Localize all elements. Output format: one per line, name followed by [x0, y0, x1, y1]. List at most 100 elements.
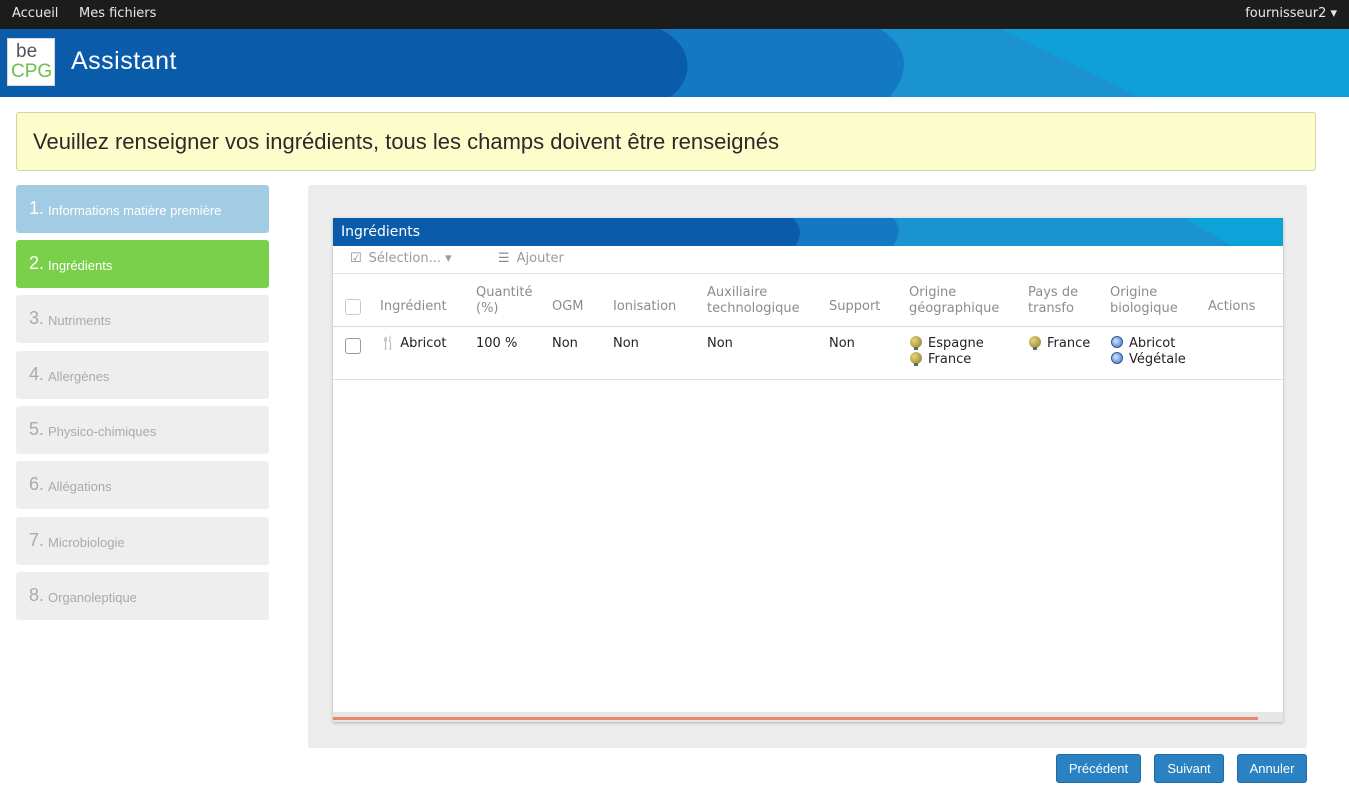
- column-header-ogm[interactable]: OGM: [552, 299, 584, 315]
- app-header: be CPG Assistant: [0, 29, 1349, 97]
- step-number: 2.: [29, 253, 45, 273]
- column-header-label: OGM: [552, 299, 584, 314]
- scrollbar-thumb[interactable]: [333, 717, 1258, 720]
- select-all-checkbox[interactable]: [345, 299, 361, 315]
- column-header-label: Origine: [1110, 285, 1158, 300]
- origin-bio-item[interactable]: Végétale: [1111, 352, 1186, 368]
- column-header-label: Origine: [909, 285, 957, 300]
- column-header-label-2: transfo: [1028, 301, 1074, 316]
- column-header-label-2: géographique: [909, 301, 1000, 316]
- step-number: 8.: [29, 585, 45, 605]
- grid-header: Ingrédients: [333, 218, 1283, 246]
- column-header-label: Support: [829, 299, 881, 314]
- origin-geo-label: France: [928, 352, 972, 367]
- selection-menu-label: Sélection... ▾: [368, 251, 452, 266]
- column-header-ionisation[interactable]: Ionisation: [613, 299, 676, 315]
- column-header-label: Pays de: [1028, 285, 1079, 300]
- instruction-message: Veuillez renseigner vos ingrédients, tou…: [33, 129, 779, 154]
- row-divider: [333, 379, 1283, 380]
- cutlery-icon: 🍴: [380, 336, 397, 351]
- step-label: Allergènes: [48, 369, 110, 384]
- user-menu[interactable]: fournisseur2 ▾: [1245, 6, 1337, 21]
- column-header-label: Auxiliaire: [707, 285, 768, 300]
- step-organoleptique[interactable]: 8. Organoleptique: [16, 572, 269, 620]
- step-number: 4.: [29, 364, 45, 384]
- column-header-origine-geographique[interactable]: Origine géographique: [909, 285, 999, 317]
- column-header-actions: Actions: [1208, 299, 1256, 315]
- step-label: Ingrédients: [48, 258, 113, 273]
- cell-origine-biologique: Abricot Végétale: [1111, 336, 1186, 368]
- step-physico-chimiques[interactable]: 5. Physico-chimiques: [16, 406, 269, 454]
- instruction-banner: Veuillez renseigner vos ingrédients, tou…: [16, 112, 1316, 171]
- column-header-quantite[interactable]: Quantité (%): [476, 285, 532, 317]
- ingredients-grid: Ingrédients ☑ Sélection... ▾ ☰ Ajouter Ing…: [333, 218, 1283, 722]
- step-informations-matiere-premiere[interactable]: 1. Informations matière première: [16, 185, 269, 233]
- top-navigation-bar: Accueil Mes fichiers fournisseur2 ▾: [0, 0, 1349, 29]
- step-allergenes[interactable]: 4. Allergènes: [16, 351, 269, 399]
- origin-bio-label: Végétale: [1129, 352, 1186, 367]
- column-header-label: Actions: [1208, 299, 1256, 314]
- step-microbiologie[interactable]: 7. Microbiologie: [16, 517, 269, 565]
- cell-ogm: Non: [552, 336, 578, 351]
- cell-auxiliaire: Non: [707, 336, 733, 351]
- biological-origin-icon: [1111, 352, 1123, 364]
- origin-bio-item[interactable]: Abricot: [1111, 336, 1186, 352]
- step-number: 3.: [29, 308, 45, 328]
- becpg-logo[interactable]: be CPG: [7, 38, 55, 86]
- next-button[interactable]: Suivant: [1154, 754, 1224, 783]
- grid-title: Ingrédients: [341, 224, 420, 240]
- add-button[interactable]: ☰ Ajouter: [498, 251, 564, 266]
- pays-transfo-item[interactable]: France: [1029, 336, 1090, 352]
- grid-header-background: [333, 218, 1283, 246]
- origin-geo-item[interactable]: France: [910, 352, 984, 368]
- globe-icon: [1029, 336, 1041, 350]
- column-header-label-2: biologique: [1110, 301, 1178, 316]
- globe-icon: [910, 336, 922, 350]
- cell-support: Non: [829, 336, 855, 351]
- row-checkbox[interactable]: [345, 338, 361, 354]
- cell-origine-geographique: Espagne France: [910, 336, 984, 368]
- page-title: Assistant: [71, 47, 177, 75]
- cell-ionisation: Non: [613, 336, 639, 351]
- step-label: Allégations: [48, 479, 112, 494]
- column-header-label: Ionisation: [613, 299, 677, 314]
- step-label: Microbiologie: [48, 535, 125, 550]
- ingredient-name: Abricot: [400, 336, 447, 351]
- cell-ingredient[interactable]: 🍴 Abricot: [380, 336, 447, 352]
- header-divider: [333, 326, 1283, 327]
- column-header-auxiliaire[interactable]: Auxiliaire technologique: [707, 285, 800, 317]
- logo-text-cpg: CPG: [11, 61, 53, 82]
- column-header-label: Ingrédient: [380, 299, 447, 314]
- step-allegations[interactable]: 6. Allégations: [16, 461, 269, 509]
- origin-bio-label: Abricot: [1129, 336, 1176, 351]
- nav-link-mes-fichiers[interactable]: Mes fichiers: [79, 6, 156, 21]
- add-list-icon: ☰: [498, 251, 510, 266]
- cell-pays-transfo: France: [1029, 336, 1090, 352]
- checkbox-icon: ☑: [350, 251, 362, 266]
- biological-origin-icon: [1111, 336, 1123, 348]
- step-number: 1.: [29, 198, 45, 218]
- add-button-label: Ajouter: [516, 251, 564, 266]
- step-label: Organoleptique: [48, 590, 137, 605]
- column-header-ingredient[interactable]: Ingrédient: [380, 299, 447, 315]
- column-header-origine-biologique[interactable]: Origine biologique: [1110, 285, 1178, 317]
- column-header-label-2: technologique: [707, 301, 800, 316]
- cancel-button[interactable]: Annuler: [1237, 754, 1307, 783]
- step-label: Informations matière première: [48, 203, 222, 218]
- origin-geo-item[interactable]: Espagne: [910, 336, 984, 352]
- nav-link-accueil[interactable]: Accueil: [12, 6, 58, 21]
- column-header-label: Quantité: [476, 285, 533, 300]
- step-label: Physico-chimiques: [48, 424, 157, 439]
- step-label: Nutriments: [48, 313, 111, 328]
- column-header-pays-transfo[interactable]: Pays de transfo: [1028, 285, 1078, 317]
- logo-text-be: be: [16, 41, 38, 62]
- column-header-support[interactable]: Support: [829, 299, 880, 315]
- globe-icon: [910, 352, 922, 366]
- origin-geo-label: Espagne: [928, 336, 984, 351]
- selection-menu[interactable]: ☑ Sélection... ▾: [350, 251, 452, 266]
- column-header-label-2: (%): [476, 301, 499, 316]
- step-ingredients[interactable]: 2. Ingrédients: [16, 240, 269, 288]
- previous-button[interactable]: Précédent: [1056, 754, 1141, 783]
- step-number: 5.: [29, 419, 45, 439]
- step-nutriments[interactable]: 3. Nutriments: [16, 295, 269, 343]
